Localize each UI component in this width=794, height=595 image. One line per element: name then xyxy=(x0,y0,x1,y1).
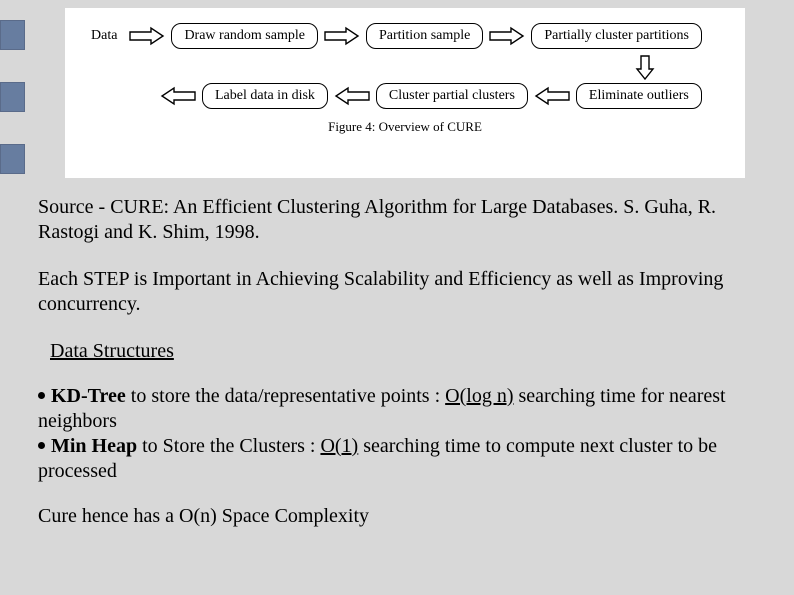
bullet-item-minheap: Min Heap to Store the Clusters : O(1) se… xyxy=(38,434,758,484)
flow-box-label-data: Label data in disk xyxy=(202,83,328,109)
flow-box-partial-cluster: Partially cluster partitions xyxy=(531,23,702,49)
sidebar-block xyxy=(0,82,25,112)
flow-row-1: Data Draw random sample Partition sample… xyxy=(85,23,725,49)
bullet-bold: KD-Tree xyxy=(51,385,126,407)
bullet-bold: Min Heap xyxy=(51,435,137,457)
flow-box-partition: Partition sample xyxy=(366,23,483,49)
arrow-down-icon xyxy=(635,55,655,81)
arrow-left-icon xyxy=(534,86,570,106)
content-area: Source - CURE: An Efficient Clustering A… xyxy=(38,195,758,551)
bullet-dot-icon xyxy=(38,392,45,399)
bullet-underline: O(log n) xyxy=(445,385,513,407)
figure-caption: Figure 4: Overview of CURE xyxy=(85,119,725,135)
flow-row-2: Label data in disk Cluster partial clust… xyxy=(160,83,725,109)
bullet-list: KD-Tree to store the data/representative… xyxy=(38,384,758,484)
arrow-down-row xyxy=(85,55,725,81)
bullet-dot-icon xyxy=(38,442,45,449)
step-paragraph: Each STEP is Important in Achieving Scal… xyxy=(38,267,758,317)
sidebar-decorative-blocks xyxy=(0,20,25,174)
section-heading: Data Structures xyxy=(50,339,758,364)
figure-container: Data Draw random sample Partition sample… xyxy=(65,8,745,178)
sidebar-block xyxy=(0,20,25,50)
conclusion-paragraph: Cure hence has a O(n) Space Complexity xyxy=(38,504,758,529)
arrow-right-icon xyxy=(129,26,165,46)
arrow-left-icon xyxy=(334,86,370,106)
bullet-text: to Store the Clusters : xyxy=(137,435,320,457)
flow-data-label: Data xyxy=(85,24,123,48)
flow-box-eliminate-outliers: Eliminate outliers xyxy=(576,83,702,109)
bullet-underline: O(1) xyxy=(320,435,358,457)
bullet-item-kdtree: KD-Tree to store the data/representative… xyxy=(38,384,758,434)
flow-box-draw-sample: Draw random sample xyxy=(171,23,318,49)
arrow-right-icon xyxy=(489,26,525,46)
arrow-right-icon xyxy=(324,26,360,46)
arrow-left-icon xyxy=(160,86,196,106)
source-paragraph: Source - CURE: An Efficient Clustering A… xyxy=(38,195,758,245)
sidebar-block xyxy=(0,144,25,174)
bullet-text: to store the data/representative points … xyxy=(126,385,445,407)
flow-box-cluster-partial: Cluster partial clusters xyxy=(376,83,528,109)
